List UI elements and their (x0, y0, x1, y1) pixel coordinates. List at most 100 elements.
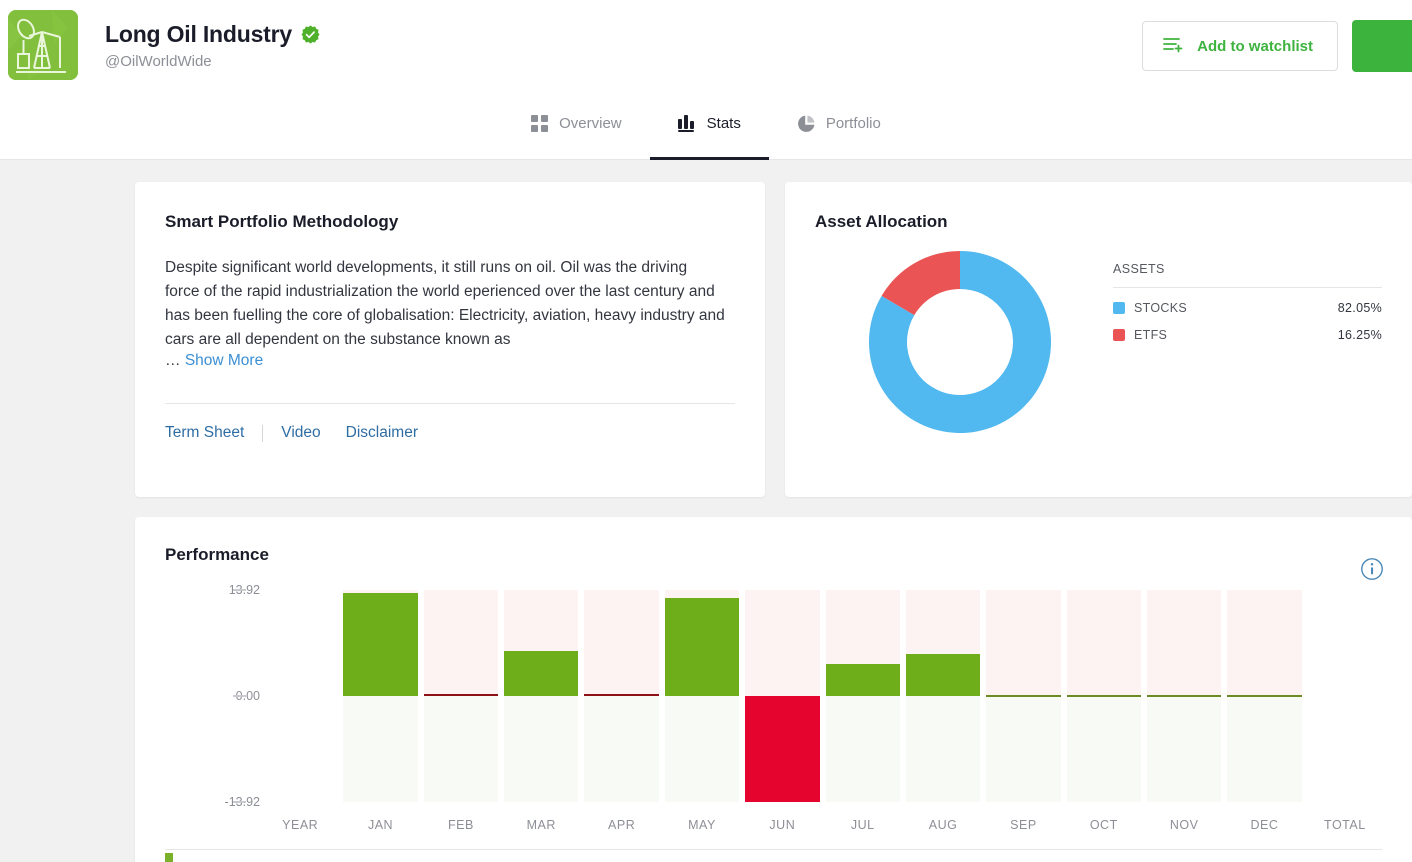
column-negative-band (825, 696, 900, 802)
methodology-body: Despite significant world developments, … (165, 259, 725, 348)
x-axis-label-oct: OCT (1089, 818, 1118, 832)
chart-column-year[interactable] (263, 590, 337, 802)
chart-bar-jan[interactable] (343, 592, 418, 696)
asset-legend: ASSETS STOCKS 82.05% ETFS 16.25% (1105, 244, 1382, 435)
x-axis-label-may: MAY (688, 818, 716, 832)
column-positive-band (584, 590, 659, 696)
chart-column-dec[interactable] (1227, 590, 1302, 802)
tab-overview[interactable]: Overview (503, 90, 650, 160)
chart-bar-oct[interactable] (1066, 695, 1141, 697)
column-negative-band (423, 696, 499, 802)
tab-stats[interactable]: Stats (649, 90, 769, 160)
x-axis-label-mar: MAR (526, 818, 556, 832)
x-axis-label-jun: JUN (769, 818, 796, 832)
oil-pump-jack-icon (8, 10, 78, 80)
performance-footer (165, 849, 1382, 862)
add-to-watchlist-button[interactable]: Add to watchlist (1142, 21, 1338, 71)
header-actions: Add to watchlist (1142, 20, 1412, 72)
methodology-title: Smart Portfolio Methodology (165, 212, 399, 231)
chart-bar-dec[interactable] (1227, 695, 1302, 697)
column-positive-band (1066, 590, 1141, 696)
profile-title-block: Long Oil Industry @OilWorldWide (105, 21, 320, 70)
donut-chart-wrap (815, 244, 1105, 435)
chart-bar-feb[interactable] (423, 694, 499, 696)
tab-portfolio[interactable]: Portfolio (769, 90, 909, 160)
x-axis-label-jan: JAN (367, 818, 394, 832)
x-axis-label-total: TOTAL (1324, 818, 1366, 832)
column-negative-band (584, 696, 659, 802)
disclaimer-link[interactable]: Disclaimer (346, 424, 418, 442)
column-negative-band (1227, 696, 1302, 802)
show-more-link[interactable]: Show More (185, 352, 263, 369)
asset-allocation-card: Asset Allocation ASSETS STOCKS 82.05% ET… (785, 182, 1412, 497)
chart-bar-nov[interactable] (1146, 695, 1222, 697)
tab-stats-label: Stats (706, 115, 741, 132)
top-row: Smart Portfolio Methodology Despite sign… (0, 182, 1412, 497)
chart-column-aug[interactable] (905, 590, 981, 802)
chart-plot-area (263, 590, 1382, 802)
primary-cta-button[interactable] (1352, 20, 1412, 72)
chart-column-mar[interactable] (504, 590, 579, 802)
tab-bar: Overview Stats Portfolio (0, 90, 1412, 160)
column-positive-band (986, 590, 1061, 696)
verified-badge-icon (301, 25, 320, 44)
column-negative-band (1308, 696, 1382, 802)
chart-column-oct[interactable] (1066, 590, 1141, 802)
legend-label-etfs: ETFS (1134, 328, 1168, 342)
chart-column-total[interactable] (1308, 590, 1382, 802)
chart-bar-jun[interactable] (745, 696, 820, 802)
info-circle-icon[interactable] (1360, 557, 1384, 581)
chart-bar-jul[interactable] (825, 664, 900, 696)
column-positive-band (1308, 590, 1382, 696)
x-axis-label-nov: NOV (1169, 818, 1199, 832)
chart-column-sep[interactable] (986, 590, 1061, 802)
main-content: Smart Portfolio Methodology Despite sign… (0, 160, 1412, 862)
methodology-card: Smart Portfolio Methodology Despite sign… (135, 182, 765, 497)
donut-chart[interactable] (867, 249, 1053, 435)
chart-column-jan[interactable] (343, 590, 418, 802)
chart-bar-apr[interactable] (584, 694, 659, 696)
column-negative-band (905, 696, 981, 802)
tab-overview-label: Overview (559, 115, 622, 132)
x-axis-label-jul: JUL (850, 818, 875, 832)
bar-chart-icon (677, 115, 696, 132)
x-axis-label-feb: FEB (447, 818, 474, 832)
chart-bar-mar[interactable] (504, 651, 579, 696)
y-axis-tick (233, 695, 246, 697)
performance-chart: 13.920.00-13.92 (165, 583, 1382, 809)
column-positive-band (1227, 590, 1302, 696)
x-axis-label-aug: AUG (928, 818, 958, 832)
column-negative-band (1146, 696, 1222, 802)
column-negative-band (343, 696, 418, 802)
chart-bar-sep[interactable] (986, 695, 1061, 697)
term-sheet-link[interactable]: Term Sheet (165, 424, 244, 442)
chart-bar-aug[interactable] (905, 654, 981, 696)
add-to-watchlist-label: Add to watchlist (1197, 37, 1313, 55)
column-negative-band (504, 696, 579, 802)
ellipsis: … (165, 352, 181, 369)
x-axis-label-apr: APR (608, 818, 636, 832)
chart-column-jul[interactable] (825, 590, 900, 802)
chart-column-jun[interactable] (745, 590, 820, 802)
page-title: Long Oil Industry (105, 20, 292, 47)
column-positive-band (263, 590, 337, 696)
chart-column-may[interactable] (664, 590, 740, 802)
video-link[interactable]: Video (281, 424, 320, 442)
pie-chart-icon (797, 115, 815, 133)
legend-value-stocks: 82.05% (1337, 301, 1382, 315)
y-axis-tick (233, 589, 246, 591)
list-add-icon (1163, 35, 1184, 58)
legend-item-stocks: STOCKS 82.05% (1113, 288, 1382, 315)
performance-legend-swatch (165, 853, 173, 862)
chart-column-feb[interactable] (423, 590, 499, 802)
legend-value-etfs: 16.25% (1337, 328, 1382, 342)
column-negative-band (263, 696, 337, 802)
x-axis-label-dec: DEC (1250, 818, 1279, 832)
asset-allocation-body: ASSETS STOCKS 82.05% ETFS 16.25% (815, 244, 1382, 435)
legend-label-stocks: STOCKS (1134, 301, 1187, 315)
chart-bar-may[interactable] (664, 598, 740, 696)
tab-portfolio-label: Portfolio (825, 115, 881, 132)
chart-column-apr[interactable] (584, 590, 659, 802)
chart-column-nov[interactable] (1146, 590, 1222, 802)
x-axis: YEAR JAN FEB MAR APR MAY JUN JUL AUG SEP OCT NOV DEC… (263, 818, 1382, 832)
